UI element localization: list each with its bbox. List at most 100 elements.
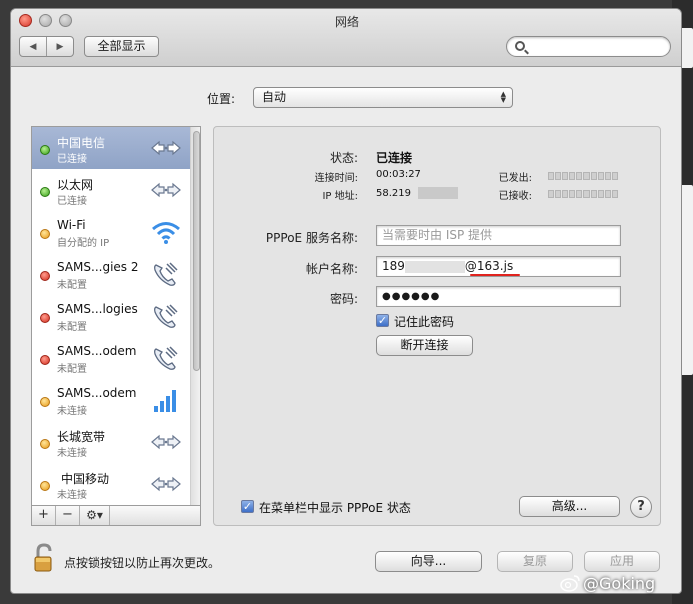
sent-label: 已发出:: [498, 173, 532, 184]
service-name: SAMS...logies: [57, 302, 138, 316]
ip-address-value: 58.219: [376, 188, 411, 199]
service-status: 未配置: [57, 280, 87, 291]
service-status: 未连接: [57, 490, 87, 501]
service-list[interactable]: 中国电信 已连接 以太网 已连接 Wi-Fi 自分配的 IP SAMS...gi…: [31, 126, 201, 506]
service-name: 中国电信: [57, 136, 106, 150]
status-dot: [40, 481, 50, 491]
disconnect-button[interactable]: 断开连接: [376, 335, 473, 356]
phone-icon: [154, 346, 178, 370]
search-icon: [515, 41, 525, 51]
service-item-china-telecom[interactable]: 中国电信 已连接: [32, 127, 190, 169]
pppoe-arrows-icon: [151, 476, 181, 492]
phone-icon: [154, 262, 178, 286]
account-name-field[interactable]: 189 @163.js: [376, 256, 621, 277]
service-status: 自分配的 IP: [57, 238, 110, 249]
status-dot: [40, 397, 50, 407]
status-dot: [40, 187, 50, 197]
location-select[interactable]: 自动 ▲ ▼: [253, 87, 513, 108]
service-name: 长城宽带: [57, 430, 106, 444]
pppoe-service-name-label: PPPoE 服务名称:: [265, 231, 358, 245]
service-name: SAMS...gies 2: [57, 260, 139, 274]
status-label: 状态:: [329, 151, 358, 165]
show-in-menubar-checkbox[interactable]: ✓: [241, 500, 254, 513]
service-status: 已连接: [57, 154, 87, 165]
lock-hint-text: 点按锁按钮以防止再次更改。: [64, 556, 221, 570]
account-name-prefix: 189: [382, 259, 405, 273]
status-dot: [40, 271, 50, 281]
service-item-samsung-modem-1[interactable]: SAMS...odem 未配置: [32, 337, 190, 379]
chevron-left-icon: ◀: [29, 41, 37, 52]
pppoe-arrows-icon: [151, 434, 181, 450]
password-field[interactable]: ●●●●●●: [376, 286, 621, 307]
service-name: 以太网: [57, 178, 94, 192]
received-meter: [548, 190, 618, 198]
service-item-samsung-1[interactable]: SAMS...gies 2 未配置: [32, 253, 190, 295]
connect-time-label: 连接时间:: [314, 173, 358, 184]
service-status: 未连接: [57, 448, 87, 459]
status-dot: [40, 145, 50, 155]
pppoe-service-name-field[interactable]: [376, 225, 621, 246]
status-dot: [40, 313, 50, 323]
service-item-wifi[interactable]: Wi-Fi 自分配的 IP: [32, 211, 190, 253]
phone-icon: [154, 304, 178, 328]
location-value: 自动: [262, 90, 287, 104]
status-dot: [40, 229, 50, 239]
chevron-right-icon: ▶: [56, 41, 64, 52]
advanced-button[interactable]: 高级...: [519, 496, 620, 517]
service-item-samsung-2[interactable]: SAMS...logies 未配置: [32, 295, 190, 337]
add-service-button[interactable]: +: [32, 506, 56, 525]
select-arrows-icon: ▲ ▼: [500, 90, 506, 104]
remove-service-button[interactable]: −: [56, 506, 80, 525]
show-all-button[interactable]: 全部显示: [84, 36, 159, 57]
toolbar: 网络 ◀ ▶ 全部显示: [11, 9, 681, 67]
scrollbar-thumb[interactable]: [193, 131, 200, 371]
remember-password-label: 记住此密码: [394, 315, 455, 329]
revert-button[interactable]: 复原: [497, 551, 573, 572]
help-button[interactable]: ?: [630, 496, 652, 518]
received-label: 已接收:: [498, 191, 532, 202]
service-detail-pane: 状态: 已连接 连接时间: 00:03:27 IP 地址: 58.219 已发出…: [213, 126, 661, 526]
service-name: 中国移动: [61, 472, 110, 486]
watermark-text: @Goking: [583, 574, 656, 593]
redacted-block: [404, 260, 465, 273]
redacted-block: [418, 187, 459, 199]
service-item-china-mobile[interactable]: 中国移动 未连接: [32, 463, 190, 505]
annotation-underline: [470, 274, 520, 276]
account-name-suffix: @163.js: [464, 259, 514, 273]
weibo-logo-icon: [560, 575, 580, 592]
pppoe-service-name-input[interactable]: [382, 228, 612, 242]
status-dot: [40, 355, 50, 365]
password-label: 密码:: [329, 292, 358, 306]
service-status: 未配置: [57, 364, 87, 375]
status-value: 已连接: [376, 151, 413, 165]
service-status: 未配置: [57, 322, 87, 333]
lock-open-icon[interactable]: [33, 543, 55, 573]
ip-address-field: 58.219: [376, 187, 459, 199]
search-field[interactable]: [506, 36, 671, 57]
connect-time-value: 00:03:27: [376, 169, 421, 180]
forward-button[interactable]: ▶: [46, 37, 73, 56]
gear-menu-button[interactable]: ⚙▾: [80, 506, 110, 525]
sent-meter: [548, 172, 618, 180]
service-name: Wi-Fi: [57, 218, 86, 232]
back-forward-group: ◀ ▶: [19, 36, 74, 57]
service-item-samsung-modem-2[interactable]: SAMS...odem 未连接: [32, 379, 190, 421]
account-name-label: 帐户名称:: [305, 262, 358, 276]
ethernet-arrows-icon: [151, 182, 181, 198]
service-list-toolbar: + − ⚙▾: [31, 506, 201, 526]
service-status: 已连接: [57, 196, 87, 207]
apply-button[interactable]: 应用: [584, 551, 660, 572]
wifi-icon: [152, 222, 180, 244]
back-button[interactable]: ◀: [20, 37, 46, 56]
assistant-button[interactable]: 向导...: [375, 551, 482, 572]
password-value: ●●●●●●: [382, 291, 441, 302]
service-item-great-wall-broadband[interactable]: 长城宽带 未连接: [32, 421, 190, 463]
signal-bars-icon: [154, 390, 176, 412]
remember-password-checkbox[interactable]: ✓: [376, 314, 389, 327]
search-input[interactable]: [529, 39, 664, 54]
pppoe-arrows-icon: [151, 140, 181, 156]
show-in-menubar-label: 在菜单栏中显示 PPPoE 状态: [259, 501, 411, 515]
service-item-ethernet[interactable]: 以太网 已连接: [32, 169, 190, 211]
service-list-scrollbar[interactable]: [190, 127, 200, 505]
service-status: 未连接: [57, 406, 87, 417]
